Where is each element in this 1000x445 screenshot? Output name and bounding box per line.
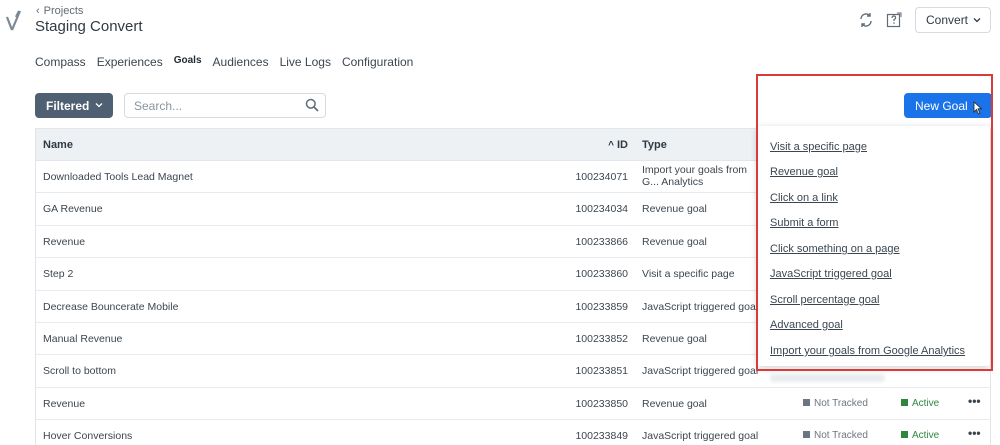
row-name: Revenue: [43, 397, 86, 410]
row-type: Revenue goal: [642, 332, 707, 345]
row-name: Step 2: [43, 268, 74, 281]
row-id: 100233852: [575, 332, 628, 345]
row-name: Manual Revenue: [43, 332, 123, 345]
row-id: 100233866: [575, 235, 628, 248]
row-type: JavaScript triggered goal: [642, 365, 759, 378]
tracking-status: Not Tracked: [803, 398, 868, 409]
page-title: Staging Convert: [35, 18, 143, 35]
row-name: Hover Conversions: [43, 430, 133, 443]
status-badge: Active: [901, 430, 939, 441]
search-input[interactable]: [124, 93, 326, 118]
table-row[interactable]: Revenue 100233850 Revenue goal Not Track…: [36, 388, 990, 421]
row-name: Downloaded Tools Lead Magnet: [43, 171, 193, 183]
chevron-down-icon: [973, 18, 981, 23]
tab-live-logs[interactable]: Live Logs: [280, 55, 331, 73]
more-icon[interactable]: •••: [968, 394, 981, 408]
row-id: 100233850: [575, 397, 628, 410]
header-name[interactable]: Name: [43, 139, 73, 151]
filter-button-label: Filtered: [46, 98, 90, 113]
row-name: Revenue: [43, 235, 86, 248]
row-id: 100234071: [575, 171, 628, 183]
filter-button[interactable]: Filtered: [35, 93, 113, 118]
tab-experiences[interactable]: Experiences: [97, 55, 163, 73]
row-name: GA Revenue: [43, 203, 103, 216]
row-id: 100233851: [575, 365, 628, 378]
project-select[interactable]: Convert: [915, 7, 991, 33]
row-type: JavaScript triggered goal: [642, 430, 759, 443]
active-square-icon: [901, 431, 908, 439]
chevron-down-icon: [95, 103, 103, 108]
tracking-status: Not Tracked: [803, 430, 868, 441]
sort-asc-icon: ^: [608, 140, 614, 151]
row-type: Revenue goal: [642, 397, 707, 410]
row-type: JavaScript triggered goal: [642, 300, 759, 313]
active-square-icon: [901, 398, 908, 406]
header-type[interactable]: Type: [642, 139, 667, 151]
row-name: Decrease Bouncerate Mobile: [43, 300, 179, 313]
tab-audiences[interactable]: Audiences: [213, 55, 269, 73]
tab-configuration[interactable]: Configuration: [342, 55, 413, 73]
help-icon[interactable]: [886, 12, 902, 28]
chevron-left-icon: ‹: [36, 5, 40, 17]
status-square-icon: [803, 398, 810, 406]
tabs: Compass Experiences Goals Audiences Live…: [35, 55, 424, 73]
row-id: 100234034: [575, 203, 628, 216]
highlight-box: [756, 74, 993, 371]
row-type: Import your goals from G... Analytics: [642, 164, 748, 188]
breadcrumb-projects[interactable]: Projects: [44, 5, 84, 17]
row-type: Revenue goal: [642, 203, 707, 216]
convert-logo-icon[interactable]: [6, 8, 22, 34]
header-id[interactable]: ^ ID: [608, 139, 628, 151]
row-type: Visit a specific page: [642, 268, 735, 281]
blurred-menu-item: [770, 374, 885, 382]
sync-icon[interactable]: [858, 12, 874, 28]
row-name: Scroll to bottom: [43, 365, 116, 378]
more-icon[interactable]: •••: [968, 426, 981, 440]
tab-goals[interactable]: Goals: [174, 55, 202, 73]
row-id: 100233849: [575, 430, 628, 443]
search-icon[interactable]: [305, 98, 319, 112]
tab-compass[interactable]: Compass: [35, 55, 86, 73]
breadcrumb[interactable]: ‹ Projects: [36, 5, 83, 17]
row-type: Revenue goal: [642, 235, 707, 248]
status-square-icon: [803, 431, 810, 439]
row-id: 100233860: [575, 268, 628, 281]
project-select-value: Convert: [926, 13, 969, 27]
table-row[interactable]: Hover Conversions 100233849 JavaScript t…: [36, 420, 990, 445]
row-id: 100233859: [575, 300, 628, 313]
status-badge: Active: [901, 398, 939, 409]
